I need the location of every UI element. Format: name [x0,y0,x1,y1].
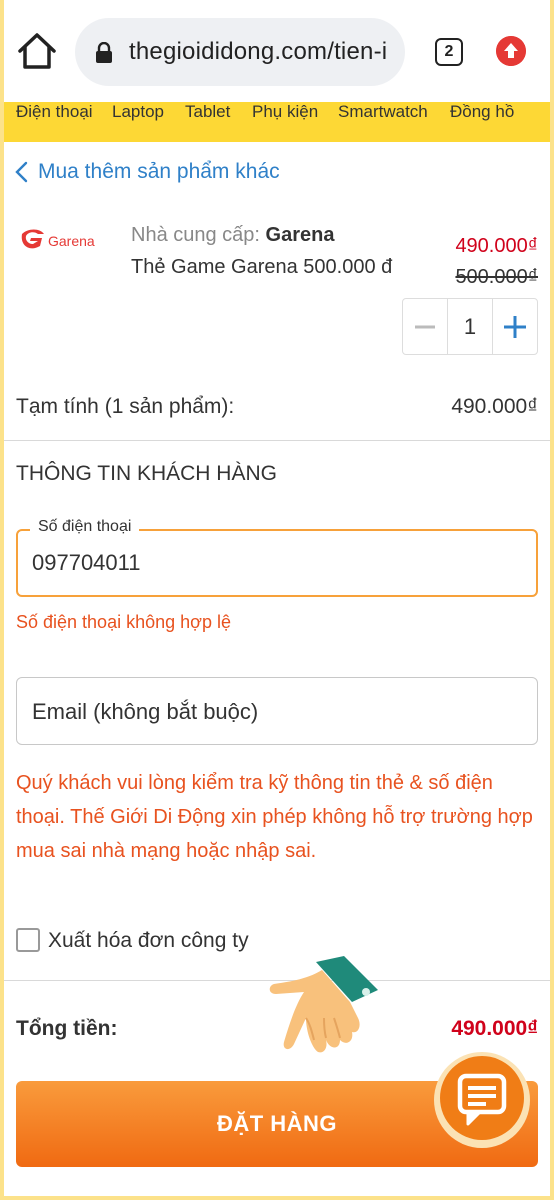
chat-icon[interactable] [432,1042,532,1154]
plus-icon [503,315,526,338]
address-bar[interactable]: thegioididong.com/tien-i [75,18,405,86]
browser-toolbar: thegioididong.com/tien-i 2 [0,0,554,104]
tab-switcher-button[interactable]: 2 [435,38,463,66]
category-nav: Điện thoại Laptop Tablet Phụ kiện Smartw… [0,102,554,142]
product-price: 490.000₫ [455,235,538,257]
category-item-phones[interactable]: Điện thoại [16,102,93,122]
decrease-button[interactable] [403,299,447,354]
update-icon[interactable] [496,36,526,66]
phone-field-label: Số điện thoại [30,518,140,536]
total-value: 490.000₫ [451,1017,538,1040]
divider [4,440,550,441]
provider-name: Garena [265,224,335,246]
total-label: Tổng tiền: [16,1017,118,1040]
notice-text: Quý khách vui lòng kiểm tra kỹ thông tin… [16,772,533,862]
phone-error-message: Số điện thoại không hợp lệ [16,612,231,632]
provider-label: Nhà cung cấp: [131,224,260,246]
provider-line: Nhà cung cấp: Garena [131,224,334,247]
subtotal-label: Tạm tính (1 sản phẩm): [16,395,235,418]
product-original-price: 500.000₫ [455,266,538,288]
quantity-stepper: 1 [402,298,538,355]
back-link-label: Mua thêm sản phẩm khác [38,160,280,183]
garena-logo-text: Garena [48,233,95,249]
invoice-checkbox-label[interactable]: Xuất hóa đơn công ty [48,929,249,953]
category-item-tablet[interactable]: Tablet [185,102,230,122]
category-item-watches[interactable]: Đồng hồ [450,102,514,122]
phone-field-value[interactable]: 097704011 [32,550,141,576]
email-field-placeholder[interactable]: Email (không bắt buộc) [32,699,258,725]
minus-icon [415,325,436,328]
garena-logo: Garena [21,229,95,249]
quantity-value[interactable]: 1 [447,299,493,354]
invoice-checkbox[interactable] [16,928,40,952]
pointing-hand-icon [269,956,378,1053]
category-item-accessories[interactable]: Phụ kiện [252,102,318,122]
category-item-smartwatch[interactable]: Smartwatch [338,102,428,122]
category-item-laptop[interactable]: Laptop [112,102,164,122]
product-name: Thẻ Game Garena 500.000 đ [131,256,393,278]
lock-icon [96,42,112,63]
back-link[interactable]: Mua thêm sản phẩm khác [14,160,280,184]
chevron-left-icon [15,161,28,183]
subtotal-value: 490.000₫ [451,395,538,418]
url-text: thegioididong.com/tien-i [129,38,388,65]
customer-info-title: THÔNG TIN KHÁCH HÀNG [16,462,277,485]
increase-button[interactable] [493,299,537,354]
home-icon[interactable] [16,30,58,72]
